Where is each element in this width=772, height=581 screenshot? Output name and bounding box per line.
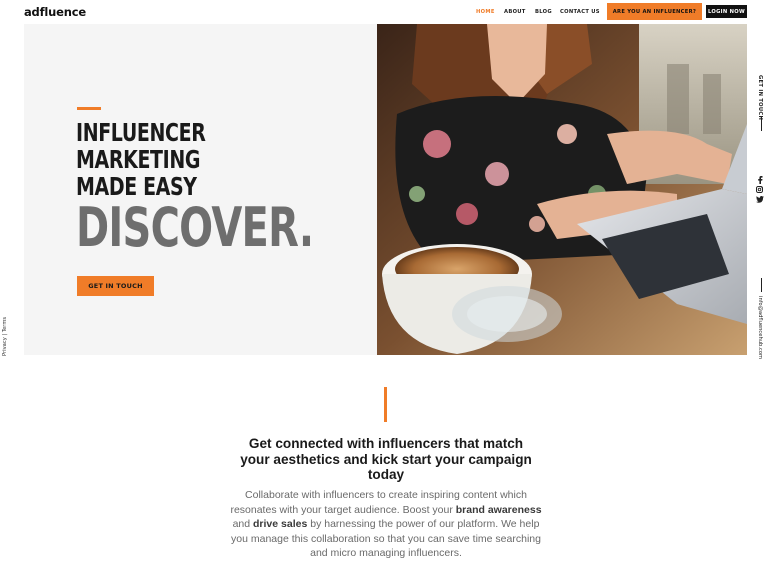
side-divider-2: [761, 278, 762, 292]
side-divider: [761, 117, 762, 131]
side-get-in-touch-link[interactable]: GET IN TOUCH: [757, 75, 763, 120]
privacy-terms-links[interactable]: Privacy | Terms: [2, 317, 8, 356]
email-link[interactable]: info@adfluencehub.com: [757, 296, 763, 359]
logo[interactable]: adfluence: [24, 5, 86, 19]
body-text-2: and: [232, 518, 254, 531]
influencer-button[interactable]: ARE YOU AN INFLUENCER?: [607, 3, 702, 20]
nav-blog[interactable]: BLOG: [535, 9, 552, 15]
hero-big-word: DISCOVER.: [76, 196, 314, 259]
site-header: adfluence HOME ABOUT BLOG CONTACT US ARE…: [0, 0, 772, 24]
hero-title-line-1: INFLUENCER: [76, 118, 206, 147]
instagram-icon[interactable]: [755, 185, 764, 194]
login-button[interactable]: LOGIN NOW: [706, 5, 747, 18]
nav-about[interactable]: ABOUT: [504, 9, 526, 15]
body-bold-drive-sales: drive sales: [253, 518, 308, 531]
section-body: Collaborate with influencers to create i…: [226, 488, 546, 561]
body-bold-brand-awareness: brand awareness: [455, 503, 542, 516]
hero-panel: INFLUENCER MARKETING MADE EASY DISCOVER.…: [24, 24, 377, 355]
section-accent-line: [384, 387, 387, 422]
hero-accent-bar: [77, 107, 101, 110]
twitter-icon[interactable]: [755, 195, 764, 204]
hero-image: [377, 24, 747, 355]
section-heading: Get connected with influencers that matc…: [240, 436, 532, 482]
hero-photo-illustration: [377, 24, 747, 355]
nav-contact-us[interactable]: CONTACT US: [560, 9, 600, 15]
facebook-icon[interactable]: [755, 175, 764, 184]
hero-title-line-2: MARKETING: [76, 145, 201, 174]
get-in-touch-button[interactable]: GET IN TOUCH: [77, 276, 154, 296]
nav-home[interactable]: HOME: [476, 9, 495, 15]
